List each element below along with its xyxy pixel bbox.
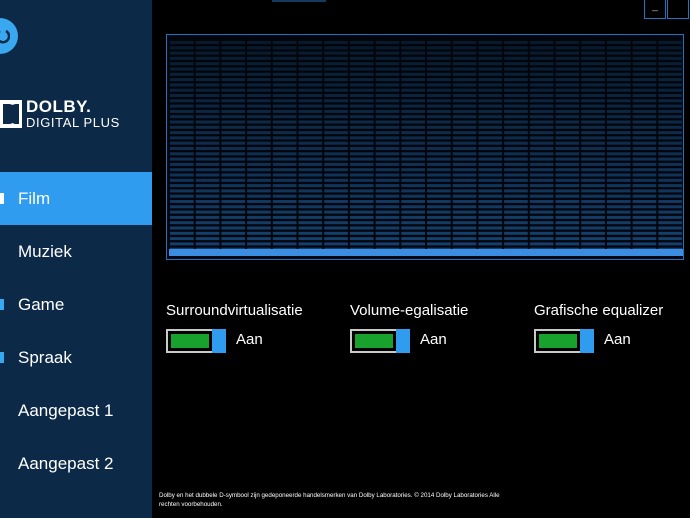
equalizer-state: Aan: [604, 331, 631, 348]
eq-band[interactable]: [170, 41, 194, 251]
sidebar-item-label: Aangepast 2: [18, 454, 114, 473]
surround-state: Aan: [236, 331, 263, 348]
volume-control: Volume-egalisatie Aan: [350, 302, 520, 353]
dolby-logo: DOLBY. DIGITAL PLUS: [0, 97, 150, 132]
eq-level-line: [169, 249, 683, 256]
eq-band[interactable]: [632, 41, 657, 251]
minimize-button[interactable]: _: [644, 0, 666, 19]
speech-icon: [0, 352, 4, 363]
sidebar-item-label: Film: [18, 189, 51, 208]
eq-band[interactable]: [555, 41, 580, 251]
power-icon: [0, 29, 10, 44]
volume-label: Volume-egalisatie: [350, 302, 469, 319]
eq-band[interactable]: [452, 41, 477, 251]
logo-brand: DOLBY.: [26, 97, 92, 116]
sidebar-item-label: Game: [18, 295, 65, 314]
eq-band[interactable]: [401, 41, 425, 251]
sidebar-item-muziek[interactable]: Muziek: [0, 225, 152, 278]
eq-band[interactable]: [349, 41, 374, 251]
equalizer-display[interactable]: [166, 34, 684, 260]
logo-product: DIGITAL PLUS: [26, 115, 120, 130]
equalizer-toggle[interactable]: [534, 329, 594, 353]
toggle-fill: [355, 334, 393, 348]
sidebar-item-label: Muziek: [18, 242, 72, 261]
profile-nav: Film Muziek Game Spraak Aangepast 1 Aang…: [0, 172, 152, 490]
toggle-knob: [580, 329, 594, 353]
power-button[interactable]: [0, 18, 18, 54]
game-icon: [0, 299, 4, 310]
sidebar: DOLBY. DIGITAL PLUS Film Muziek Game Spr…: [0, 0, 152, 518]
film-icon: [0, 193, 4, 204]
eq-band[interactable]: [247, 41, 271, 251]
equalizer-control: Grafische equalizer Aan: [534, 302, 690, 353]
eq-band[interactable]: [529, 41, 554, 251]
sidebar-item-film[interactable]: Film: [0, 172, 152, 225]
equalizer-bars: [169, 41, 683, 256]
maximize-button[interactable]: [667, 0, 689, 19]
equalizer-label: Grafische equalizer: [534, 302, 664, 319]
eq-band[interactable]: [478, 41, 503, 251]
eq-band[interactable]: [324, 41, 348, 251]
sidebar-item-game[interactable]: Game: [0, 278, 152, 331]
toggle-knob: [212, 329, 226, 353]
sidebar-item-spraak[interactable]: Spraak: [0, 331, 152, 384]
surround-control: Surroundvirtualisatie Aan: [166, 302, 336, 353]
surround-toggle[interactable]: [166, 329, 226, 353]
volume-state: Aan: [420, 331, 447, 348]
eq-band[interactable]: [504, 41, 528, 251]
sidebar-item-aangepast-2[interactable]: Aangepast 2: [0, 437, 152, 490]
eq-band[interactable]: [195, 41, 220, 251]
sidebar-item-label: Spraak: [18, 348, 72, 367]
eq-band[interactable]: [298, 41, 323, 251]
eq-band[interactable]: [581, 41, 605, 251]
eq-band[interactable]: [427, 41, 451, 251]
dolby-double-d-icon: [0, 100, 22, 128]
toggle-fill: [539, 334, 577, 348]
eq-band[interactable]: [272, 41, 297, 251]
eq-band[interactable]: [606, 41, 631, 251]
sidebar-item-label: Aangepast 1: [18, 401, 114, 420]
toggle-knob: [396, 329, 410, 353]
title-bar-accent: [272, 0, 326, 2]
eq-band[interactable]: [375, 41, 400, 251]
sidebar-item-aangepast-1[interactable]: Aangepast 1: [0, 384, 152, 437]
eq-band[interactable]: [658, 41, 682, 251]
volume-toggle[interactable]: [350, 329, 410, 353]
copyright-notice: Dolby en het dubbele D-symbool zijn gede…: [159, 492, 500, 508]
eq-band[interactable]: [221, 41, 246, 251]
toggle-fill: [171, 334, 209, 348]
surround-label: Surroundvirtualisatie: [166, 302, 303, 319]
